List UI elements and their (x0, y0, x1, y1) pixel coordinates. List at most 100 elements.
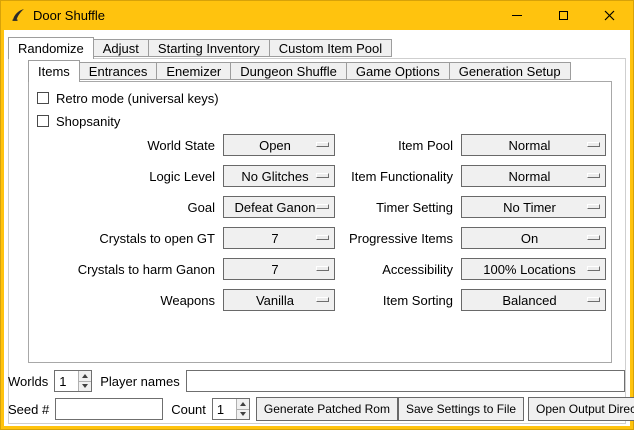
window-title: Door Shuffle (33, 8, 105, 23)
item-pool-label: Item Pool (341, 138, 455, 153)
worlds-row: Worlds 1 Player names (8, 370, 628, 392)
crystals-open-gt-dropdown[interactable]: 7 (223, 227, 335, 249)
shopsanity-label: Shopsanity (56, 114, 120, 129)
world-state-dropdown[interactable]: Open (223, 134, 335, 156)
triangle-up-icon (82, 374, 88, 378)
timer-setting-value: No Timer (503, 200, 564, 215)
tab-starting-inventory[interactable]: Starting Inventory (148, 39, 270, 57)
dropdown-indicator-icon (316, 142, 329, 147)
dropdown-indicator-icon (316, 266, 329, 271)
app-icon (11, 8, 25, 22)
world-state-value: Open (259, 138, 299, 153)
door-shuffle-window: Door Shuffle Randomize Adjust Starting I… (0, 0, 634, 430)
tab-adjust[interactable]: Adjust (93, 39, 149, 57)
window-controls (494, 0, 632, 30)
tab-entrances[interactable]: Entrances (79, 62, 158, 80)
item-functionality-label: Item Functionality (341, 169, 455, 184)
dropdown-indicator-icon (587, 297, 600, 302)
logic-level-dropdown[interactable]: No Glitches (223, 165, 335, 187)
outer-tab-bar: Randomize Adjust Starting Inventory Cust… (8, 37, 391, 59)
timer-setting-label: Timer Setting (341, 200, 455, 215)
accessibility-dropdown[interactable]: 100% Locations (461, 258, 606, 280)
item-functionality-value: Normal (509, 169, 559, 184)
maximize-button[interactable] (540, 0, 586, 30)
dropdown-indicator-icon (316, 297, 329, 302)
worlds-spinner[interactable]: 1 (54, 370, 92, 392)
crystals-harm-ganon-value: 7 (271, 262, 286, 277)
worlds-spin-up-button[interactable] (79, 371, 91, 382)
goal-value: Defeat Ganon (235, 200, 324, 215)
count-spin-down-button[interactable] (237, 410, 249, 420)
item-sorting-value: Balanced (502, 293, 564, 308)
tab-enemizer[interactable]: Enemizer (156, 62, 231, 80)
seed-label: Seed # (8, 402, 49, 417)
timer-setting-dropdown[interactable]: No Timer (461, 196, 606, 218)
dropdown-indicator-icon (587, 235, 600, 240)
tab-game-options[interactable]: Game Options (346, 62, 450, 80)
accessibility-value: 100% Locations (483, 262, 584, 277)
crystals-open-gt-value: 7 (271, 231, 286, 246)
progressive-items-label: Progressive Items (341, 231, 455, 246)
retro-mode-row[interactable]: Retro mode (universal keys) (37, 88, 611, 108)
close-icon (604, 10, 615, 21)
triangle-down-icon (82, 384, 88, 388)
shopsanity-row[interactable]: Shopsanity (37, 111, 611, 131)
retro-mode-label: Retro mode (universal keys) (56, 91, 219, 106)
tab-randomize[interactable]: Randomize (8, 37, 94, 59)
titlebar[interactable]: Door Shuffle (0, 0, 634, 30)
player-names-input[interactable] (186, 370, 625, 392)
item-functionality-dropdown[interactable]: Normal (461, 165, 606, 187)
minimize-icon (512, 15, 522, 16)
maximize-icon (559, 11, 568, 20)
open-output-directory-button[interactable]: Open Output Directory (528, 397, 634, 421)
dropdown-indicator-icon (587, 266, 600, 271)
spinner-arrows (78, 371, 91, 391)
item-pool-dropdown[interactable]: Normal (461, 134, 606, 156)
count-spinner[interactable]: 1 (212, 398, 250, 420)
shopsanity-checkbox[interactable] (37, 115, 49, 127)
count-spin-up-button[interactable] (237, 399, 249, 410)
crystals-open-gt-label: Crystals to open GT (37, 231, 217, 246)
tab-items[interactable]: Items (28, 60, 80, 82)
goal-label: Goal (37, 200, 217, 215)
progressive-items-dropdown[interactable]: On (461, 227, 606, 249)
dropdown-indicator-icon (316, 204, 329, 209)
weapons-dropdown[interactable]: Vanilla (223, 289, 335, 311)
item-sorting-label: Item Sorting (341, 293, 455, 308)
count-value: 1 (213, 399, 236, 419)
accessibility-label: Accessibility (341, 262, 455, 277)
crystals-harm-ganon-label: Crystals to harm Ganon (37, 262, 217, 277)
worlds-label: Worlds (8, 374, 48, 389)
item-pool-value: Normal (509, 138, 559, 153)
save-settings-button[interactable]: Save Settings to File (398, 397, 524, 421)
seed-input[interactable] (55, 398, 163, 420)
dropdown-indicator-icon (316, 235, 329, 240)
progressive-items-value: On (521, 231, 546, 246)
logic-level-label: Logic Level (37, 169, 217, 184)
items-tab-pane: Retro mode (universal keys) Shopsanity W… (28, 81, 612, 363)
logic-level-value: No Glitches (241, 169, 316, 184)
weapons-label: Weapons (37, 293, 217, 308)
worlds-value: 1 (55, 371, 78, 391)
goal-dropdown[interactable]: Defeat Ganon (223, 196, 335, 218)
triangle-down-icon (240, 412, 246, 416)
retro-mode-checkbox[interactable] (37, 92, 49, 104)
inner-tab-bar: Items Entrances Enemizer Dungeon Shuffle… (28, 60, 570, 82)
weapons-value: Vanilla (256, 293, 302, 308)
close-button[interactable] (586, 0, 632, 30)
minimize-button[interactable] (494, 0, 540, 30)
worlds-spin-down-button[interactable] (79, 382, 91, 392)
tab-custom-item-pool[interactable]: Custom Item Pool (269, 39, 392, 57)
dropdown-indicator-icon (316, 173, 329, 178)
tab-generation-setup[interactable]: Generation Setup (449, 62, 571, 80)
dropdown-indicator-icon (587, 173, 600, 178)
tab-dungeon-shuffle[interactable]: Dungeon Shuffle (230, 62, 347, 80)
options-grid: World State Open Item Pool Normal Logic … (37, 134, 611, 311)
dropdown-indicator-icon (587, 142, 600, 147)
crystals-harm-ganon-dropdown[interactable]: 7 (223, 258, 335, 280)
triangle-up-icon (240, 402, 246, 406)
client-area: Randomize Adjust Starting Inventory Cust… (4, 30, 630, 426)
seed-row: Seed # Count 1 Generate Patched Rom Save… (8, 397, 628, 421)
generate-patched-rom-button[interactable]: Generate Patched Rom (256, 397, 398, 421)
item-sorting-dropdown[interactable]: Balanced (461, 289, 606, 311)
